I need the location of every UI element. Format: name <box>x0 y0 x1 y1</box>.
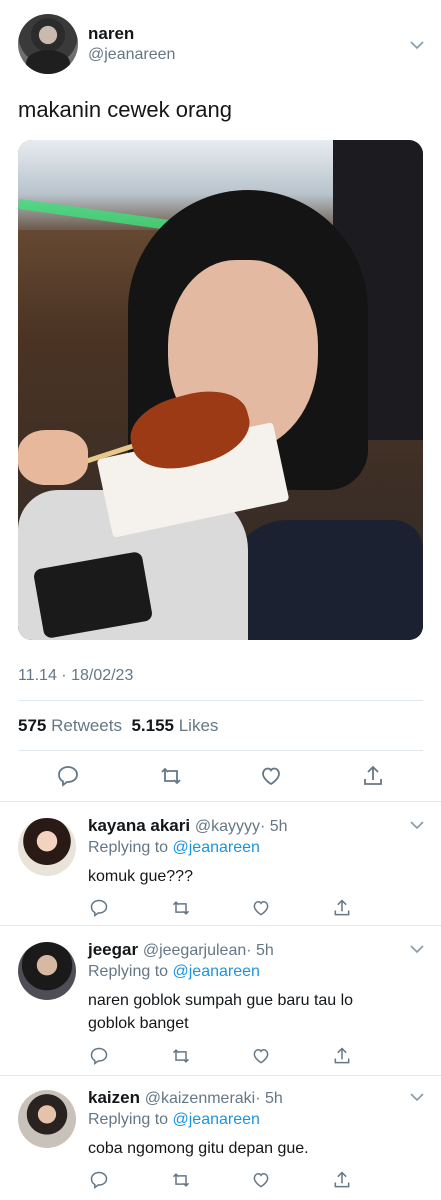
reply-tweet[interactable]: kayana akari @kayyyy· 5h Replying to @je… <box>0 802 441 926</box>
replying-prefix: Replying to <box>88 1111 169 1128</box>
reply-tweet[interactable]: jeegar @jeegarjulean· 5h Replying to @je… <box>0 926 441 1076</box>
tweet-text: makanin cewek orang <box>18 97 233 122</box>
retweet-icon[interactable] <box>157 762 185 790</box>
chevron-down-icon[interactable] <box>410 818 424 832</box>
reply-icon[interactable] <box>54 762 82 790</box>
reply-author-handle[interactable]: @kayyyy <box>195 818 260 835</box>
author-name[interactable]: naren <box>88 24 134 44</box>
avatar[interactable] <box>18 942 76 1000</box>
likes-label[interactable]: Likes <box>179 716 219 735</box>
reply-author-handle[interactable]: @jeegarjulean <box>143 942 246 959</box>
reply-time[interactable]: · 5h <box>255 1090 283 1107</box>
reply-time[interactable]: · 5h <box>260 818 288 835</box>
chevron-down-icon[interactable] <box>410 1090 424 1104</box>
avatar[interactable] <box>18 1090 76 1148</box>
chevron-down-icon[interactable] <box>410 942 424 956</box>
reply-author[interactable]: kaizen @kaizenmeraki· 5h <box>88 1088 283 1108</box>
reply-author-handle[interactable]: @kaizenmeraki <box>145 1090 256 1107</box>
replying-to: Replying to @jeanareen <box>88 1111 260 1129</box>
replying-to-link[interactable]: @jeanareen <box>173 1111 260 1128</box>
retweets-count[interactable]: 575 <box>18 716 46 735</box>
reply-author[interactable]: kayana akari @kayyyy· 5h <box>88 816 288 836</box>
retweets-label[interactable]: Retweets <box>51 716 122 735</box>
reply-icon[interactable] <box>85 1042 113 1070</box>
reply-text: komuk gue??? <box>88 868 193 885</box>
author-avatar[interactable] <box>18 14 78 74</box>
chevron-down-icon[interactable] <box>410 38 424 52</box>
share-icon[interactable] <box>328 1166 356 1194</box>
like-icon[interactable] <box>247 894 275 922</box>
divider <box>18 750 423 751</box>
reply-text: naren goblok sumpah gue baru tau lo gobl… <box>88 992 354 1032</box>
retweet-icon[interactable] <box>167 1042 195 1070</box>
main-tweet: naren @jeanareen makanin cewek orang 11.… <box>0 0 441 802</box>
retweet-icon[interactable] <box>167 894 195 922</box>
replying-to-link[interactable]: @jeanareen <box>173 963 260 980</box>
replying-prefix: Replying to <box>88 963 169 980</box>
replying-to: Replying to @jeanareen <box>88 839 260 857</box>
share-icon[interactable] <box>328 894 356 922</box>
like-icon[interactable] <box>247 1166 275 1194</box>
reply-icon[interactable] <box>85 1166 113 1194</box>
reply-time[interactable]: · 5h <box>246 942 274 959</box>
share-icon[interactable] <box>359 762 387 790</box>
replying-prefix: Replying to <box>88 839 169 856</box>
reply-text: coba ngomong gitu depan gue. <box>88 1140 309 1157</box>
reply-author-name[interactable]: jeegar <box>88 940 138 959</box>
like-icon[interactable] <box>257 762 285 790</box>
reply-icon[interactable] <box>85 894 113 922</box>
reply-tweet[interactable]: kaizen @kaizenmeraki· 5h Replying to @je… <box>0 1076 441 1200</box>
tweet-photo[interactable] <box>18 140 423 640</box>
tweet-stats: 575 Retweets 5.155 Likes <box>18 716 218 736</box>
like-icon[interactable] <box>247 1042 275 1070</box>
replying-to: Replying to @jeanareen <box>88 963 260 981</box>
avatar[interactable] <box>18 818 76 876</box>
reply-author[interactable]: jeegar @jeegarjulean· 5h <box>88 940 274 960</box>
tweet-timestamp[interactable]: 11.14 · 18/02/23 <box>18 667 133 685</box>
replying-to-link[interactable]: @jeanareen <box>173 839 260 856</box>
likes-count[interactable]: 5.155 <box>131 716 174 735</box>
reply-author-name[interactable]: kaizen <box>88 1088 140 1107</box>
retweet-icon[interactable] <box>167 1166 195 1194</box>
author-handle[interactable]: @jeanareen <box>88 46 175 64</box>
share-icon[interactable] <box>328 1042 356 1070</box>
divider <box>18 700 423 701</box>
reply-author-name[interactable]: kayana akari <box>88 816 190 835</box>
